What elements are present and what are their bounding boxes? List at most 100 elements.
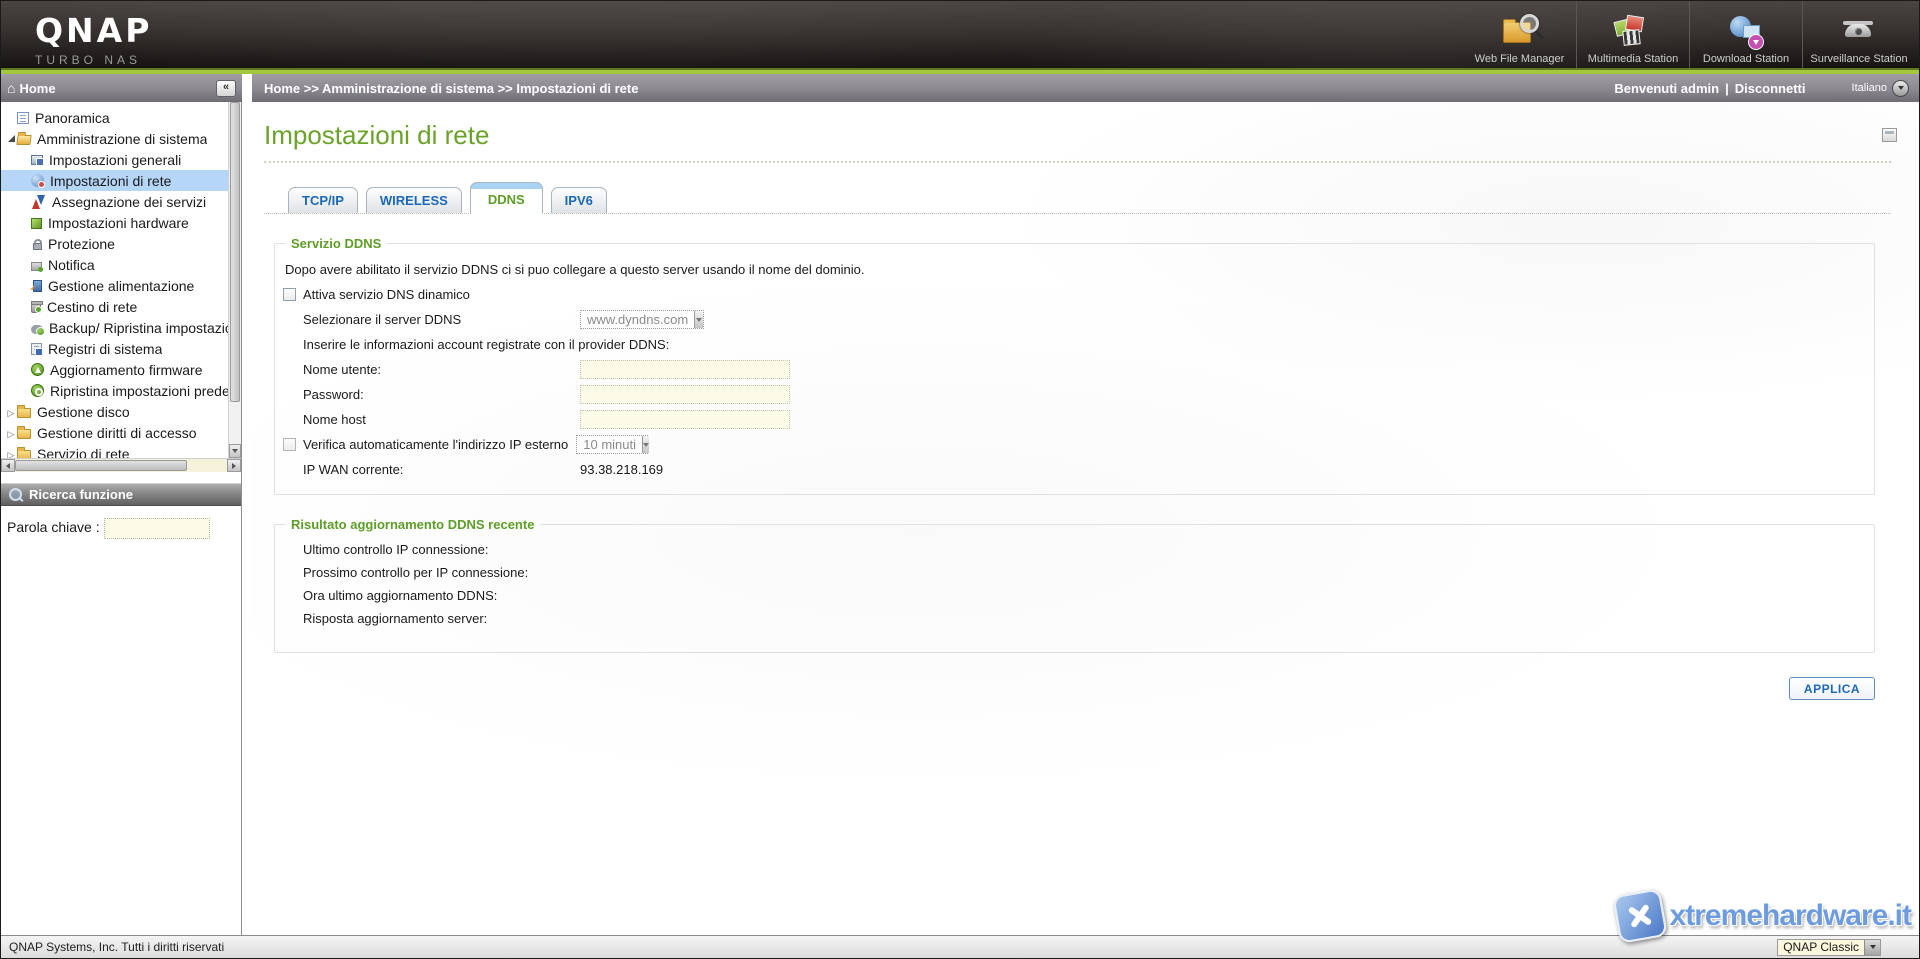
collapsed-icon[interactable] bbox=[8, 445, 15, 459]
sidebar: Panoramica Amministrazione di sistema Im… bbox=[1, 102, 242, 935]
password-label: Password: bbox=[303, 387, 580, 402]
folder-icon bbox=[17, 408, 31, 418]
dropdown-arrow-icon bbox=[694, 311, 703, 328]
scroll-right-button[interactable] bbox=[227, 459, 241, 472]
sidebar-titlebar: ⌂ Home « bbox=[1, 74, 242, 102]
overview-icon bbox=[17, 112, 29, 124]
welcome-label: Benvenuti admin bbox=[1614, 81, 1719, 96]
power-management-icon bbox=[33, 280, 42, 292]
sidebar-item-amministrazione-di-sistema[interactable]: Amministrazione di sistema bbox=[1, 128, 228, 149]
tab-ipv6[interactable]: IPV6 bbox=[551, 187, 607, 213]
station-label: Multimedia Station bbox=[1588, 53, 1679, 65]
system-logs-icon bbox=[31, 343, 42, 355]
footer: QNAP Systems, Inc. Tutti i diritti riser… bbox=[1, 935, 1919, 958]
station-label: Web File Manager bbox=[1475, 53, 1565, 65]
horizontal-scroll-thumb[interactable] bbox=[15, 460, 187, 471]
enable-ddns-checkbox[interactable] bbox=[283, 288, 296, 301]
multimedia-station-shortcut[interactable]: Multimedia Station bbox=[1576, 1, 1689, 68]
password-row: Password: bbox=[275, 382, 1874, 407]
copyright-text: QNAP Systems, Inc. Tutti i diritti riser… bbox=[9, 940, 1777, 954]
folder-open-icon bbox=[16, 135, 31, 145]
enable-ddns-label: Attiva servizio DNS dinamico bbox=[303, 287, 470, 302]
auto-check-ip-checkbox[interactable] bbox=[283, 438, 296, 451]
sidebar-item-impostazioni-generali[interactable]: Impostazioni generali bbox=[1, 149, 228, 170]
username-input[interactable] bbox=[580, 360, 790, 379]
page-title: Impostazioni di rete bbox=[264, 120, 1891, 151]
collapsed-icon[interactable] bbox=[8, 403, 15, 421]
search-icon bbox=[9, 488, 22, 501]
ddns-server-label: Selezionare il server DDNS bbox=[303, 312, 580, 327]
sidebar-item-assegnazione-dei-servizi[interactable]: Assegnazione dei servizi bbox=[1, 191, 228, 212]
sidebar-item-aggiornamento-firmware[interactable]: Aggiornamento firmware bbox=[1, 359, 228, 380]
username-label: Nome utente: bbox=[303, 362, 580, 377]
language-dropdown-button[interactable] bbox=[1892, 80, 1909, 97]
qnap-logo: QNAP TURBO NAS bbox=[35, 11, 152, 67]
panel-toggle-icon[interactable] bbox=[1882, 128, 1897, 142]
qnap-logo-text: QNAP bbox=[35, 11, 152, 50]
tree-vertical-scrollbar[interactable] bbox=[228, 102, 241, 458]
check-interval-select[interactable]: 10 minuti bbox=[576, 435, 648, 454]
scroll-down-button[interactable] bbox=[229, 444, 241, 458]
search-panel-body: Parola chiave : bbox=[1, 506, 241, 935]
sidebar-item-registri-di-sistema[interactable]: Registri di sistema bbox=[1, 338, 228, 359]
sidebar-item-backup-ripristina[interactable]: Backup/ Ripristina impostazioni bbox=[1, 317, 228, 338]
logout-link[interactable]: Disconnetti bbox=[1735, 81, 1806, 96]
firmware-update-icon bbox=[31, 363, 44, 376]
tab-ddns[interactable]: DDNS bbox=[470, 182, 543, 214]
last-ddns-update-label: Ora ultimo aggiornamento DDNS: bbox=[275, 584, 1874, 607]
sidebar-item-servizio-di-rete[interactable]: Servizio di rete bbox=[1, 443, 228, 458]
dropdown-arrow-icon bbox=[642, 436, 649, 453]
sidebar-item-panoramica[interactable]: Panoramica bbox=[1, 107, 228, 128]
sidebar-item-protezione[interactable]: Protezione bbox=[1, 233, 228, 254]
sidebar-item-gestione-alimentazione[interactable]: Gestione alimentazione bbox=[1, 275, 228, 296]
keyword-input[interactable] bbox=[104, 518, 210, 539]
wan-ip-label: IP WAN corrente: bbox=[303, 462, 580, 477]
sidebar-item-gestione-diritti-di-accesso[interactable]: Gestione diritti di accesso bbox=[1, 422, 228, 443]
last-ip-check-label: Ultimo controllo IP connessione: bbox=[275, 538, 1874, 561]
search-panel-title: Ricerca funzione bbox=[29, 487, 133, 502]
apply-button[interactable]: APPLICA bbox=[1789, 677, 1875, 700]
sidebar-collapse-button[interactable]: « bbox=[216, 80, 236, 97]
scroll-left-button[interactable] bbox=[1, 459, 15, 472]
ddns-service-fieldset: Servizio DDNS Dopo avere abilitato il se… bbox=[274, 236, 1875, 495]
hostname-label: Nome host bbox=[303, 412, 580, 427]
sidebar-item-notifica[interactable]: Notifica bbox=[1, 254, 228, 275]
expanded-icon[interactable] bbox=[8, 135, 15, 142]
separator: | bbox=[1725, 81, 1729, 96]
general-settings-icon bbox=[31, 155, 43, 165]
tree-horizontal-scrollbar[interactable] bbox=[1, 458, 241, 472]
search-panel-header[interactable]: Ricerca funzione bbox=[1, 483, 241, 506]
service-binding-icon bbox=[31, 195, 46, 209]
sidebar-item-gestione-disco[interactable]: Gestione disco bbox=[1, 401, 228, 422]
sidebar-title: Home bbox=[19, 81, 216, 96]
tab-wireless[interactable]: WIRELESS bbox=[366, 187, 462, 213]
network-settings-icon bbox=[31, 174, 44, 187]
station-shortcuts: Web File Manager Multimedia Station Down… bbox=[1463, 1, 1915, 68]
next-ip-check-label: Prossimo controllo per IP connessione: bbox=[275, 561, 1874, 584]
web-file-manager-shortcut[interactable]: Web File Manager bbox=[1463, 1, 1576, 68]
password-input[interactable] bbox=[580, 385, 790, 404]
download-station-shortcut[interactable]: Download Station bbox=[1689, 1, 1802, 68]
navigation-tree: Panoramica Amministrazione di sistema Im… bbox=[1, 102, 228, 458]
surveillance-station-shortcut[interactable]: Surveillance Station bbox=[1802, 1, 1915, 68]
ddns-server-value: www.dyndns.com bbox=[581, 311, 694, 328]
theme-select[interactable]: QNAP Classic bbox=[1777, 939, 1881, 956]
wan-ip-row: IP WAN corrente: 93.38.218.169 bbox=[275, 457, 1874, 482]
sidebar-item-impostazioni-di-rete[interactable]: Impostazioni di rete bbox=[1, 170, 228, 191]
tab-tcpip[interactable]: TCP/IP bbox=[288, 187, 358, 213]
vertical-scroll-thumb[interactable] bbox=[230, 102, 240, 402]
collapsed-icon[interactable] bbox=[8, 424, 15, 442]
restore-defaults-icon bbox=[31, 384, 44, 397]
folder-icon bbox=[17, 450, 31, 458]
main-content: Impostazioni di rete TCP/IP WIRELESS DDN… bbox=[252, 102, 1919, 935]
hostname-row: Nome host bbox=[275, 407, 1874, 432]
breadcrumb: Home >> Amministrazione di sistema >> Im… bbox=[264, 81, 1614, 96]
settings-tabs: TCP/IP WIRELESS DDNS IPV6 bbox=[264, 179, 1891, 214]
folder-icon bbox=[17, 429, 31, 439]
sidebar-item-impostazioni-hardware[interactable]: Impostazioni hardware bbox=[1, 212, 228, 233]
ddns-server-select[interactable]: www.dyndns.com bbox=[580, 310, 704, 329]
hostname-input[interactable] bbox=[580, 410, 790, 429]
ddns-result-legend: Risultato aggiornamento DDNS recente bbox=[285, 517, 540, 532]
sidebar-item-ripristina-predefinite[interactable]: Ripristina impostazioni predefinite bbox=[1, 380, 228, 401]
sidebar-item-cestino-di-rete[interactable]: Cestino di rete bbox=[1, 296, 228, 317]
